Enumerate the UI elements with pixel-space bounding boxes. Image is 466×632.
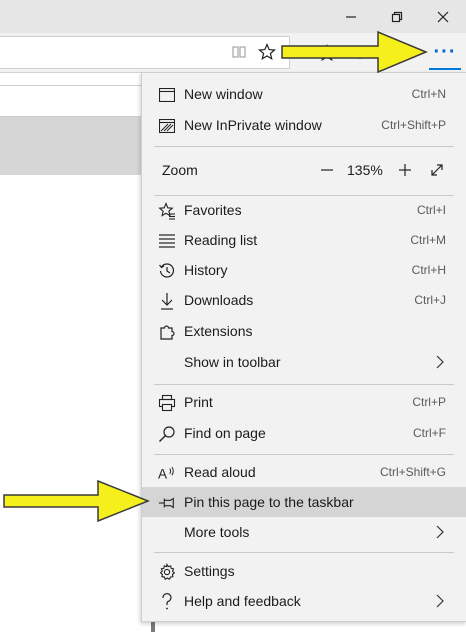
window-icon xyxy=(158,86,176,104)
menu-item-label: Pin this page to the taskbar xyxy=(184,494,354,510)
pin-icon xyxy=(158,494,176,512)
menu-item-label: Extensions xyxy=(184,323,253,339)
menu-item-label: Favorites xyxy=(184,202,242,218)
history-icon xyxy=(158,262,176,280)
page-header-strip xyxy=(0,85,142,117)
fullscreen-icon[interactable] xyxy=(428,161,446,179)
menu-item-label: New InPrivate window xyxy=(184,117,322,133)
menu-item-downloads[interactable]: Downloads Ctrl+J xyxy=(142,285,466,315)
reading-view-icon[interactable] xyxy=(231,44,247,60)
more-actions-menu: New window Ctrl+N New InPrivate window C… xyxy=(141,72,466,622)
menu-item-label: More tools xyxy=(184,524,250,540)
callout-arrow-pin xyxy=(3,479,151,523)
menu-item-label: Find on page xyxy=(184,425,266,441)
zoom-label: Zoom xyxy=(162,162,198,178)
menu-item-shortcut: Ctrl+F xyxy=(413,426,446,440)
menu-item-new-window[interactable]: New window Ctrl+N xyxy=(142,79,466,109)
zoom-row: Zoom 135% xyxy=(142,155,466,185)
favorite-star-icon[interactable] xyxy=(258,43,276,61)
callout-arrow-top xyxy=(281,30,428,74)
chevron-right-icon xyxy=(436,355,444,369)
menu-item-label: Show in toolbar xyxy=(184,354,281,370)
help-icon xyxy=(158,593,176,611)
menu-item-shortcut: Ctrl+P xyxy=(412,395,446,409)
zoom-level: 135% xyxy=(347,162,383,178)
menu-item-label: New window xyxy=(184,86,263,102)
reading-list-icon xyxy=(158,232,176,250)
menu-item-label: History xyxy=(184,262,228,278)
menu-item-label: Reading list xyxy=(184,232,258,248)
menu-divider xyxy=(154,454,454,455)
menu-item-shortcut: Ctrl+I xyxy=(416,203,446,217)
inprivate-icon xyxy=(158,117,176,135)
menu-item-shortcut: Ctrl+J xyxy=(414,293,446,307)
menu-item-print[interactable]: Print Ctrl+P xyxy=(142,387,466,417)
menu-item-label: Downloads xyxy=(184,292,254,308)
chevron-right-icon xyxy=(436,594,444,608)
more-actions-button[interactable]: ··· xyxy=(424,33,466,72)
menu-item-read-aloud[interactable]: A Read aloud Ctrl+Shift+G xyxy=(142,457,466,487)
favorites-icon xyxy=(158,202,176,220)
menu-item-settings[interactable]: Settings xyxy=(142,556,466,586)
page-banner xyxy=(0,117,142,175)
address-bar[interactable] xyxy=(0,36,290,69)
menu-item-favorites[interactable]: Favorites Ctrl+I xyxy=(142,195,466,225)
active-indicator xyxy=(429,68,461,70)
menu-item-reading-list[interactable]: Reading list Ctrl+M xyxy=(142,225,466,255)
menu-item-show-in-toolbar[interactable]: Show in toolbar xyxy=(142,347,466,377)
gear-icon xyxy=(158,563,176,581)
menu-item-label: Read aloud xyxy=(184,464,256,480)
menu-divider xyxy=(154,384,454,385)
menu-item-help-and-feedback[interactable]: Help and feedback xyxy=(142,586,466,616)
menu-divider xyxy=(154,146,454,147)
menu-item-label: Print xyxy=(184,394,213,410)
menu-item-more-tools[interactable]: More tools xyxy=(142,517,466,547)
read-aloud-icon: A xyxy=(158,464,176,482)
menu-item-shortcut: Ctrl+M xyxy=(410,233,446,247)
menu-item-shortcut: Ctrl+Shift+P xyxy=(381,118,446,132)
print-icon xyxy=(158,394,176,412)
menu-item-label: Settings xyxy=(184,563,235,579)
menu-item-find-on-page[interactable]: Find on page Ctrl+F xyxy=(142,418,466,448)
menu-item-shortcut: Ctrl+H xyxy=(411,263,446,277)
extensions-icon xyxy=(158,323,176,341)
menu-item-new-inprivate-window[interactable]: New InPrivate window Ctrl+Shift+P xyxy=(142,110,466,140)
downloads-icon xyxy=(158,292,176,310)
menu-item-extensions[interactable]: Extensions xyxy=(142,316,466,346)
search-icon xyxy=(158,425,176,443)
zoom-out-icon[interactable] xyxy=(318,161,336,179)
svg-text:A: A xyxy=(158,466,167,481)
more-actions-label: ··· xyxy=(433,41,457,63)
menu-item-label: Help and feedback xyxy=(184,593,301,609)
menu-item-shortcut: Ctrl+Shift+G xyxy=(379,465,446,479)
zoom-in-icon[interactable] xyxy=(396,161,414,179)
menu-item-shortcut: Ctrl+N xyxy=(411,87,446,101)
chevron-right-icon xyxy=(436,525,444,539)
menu-item-history[interactable]: History Ctrl+H xyxy=(142,255,466,285)
menu-item-pin-to-taskbar[interactable]: Pin this page to the taskbar xyxy=(142,487,466,517)
menu-divider xyxy=(154,552,454,553)
